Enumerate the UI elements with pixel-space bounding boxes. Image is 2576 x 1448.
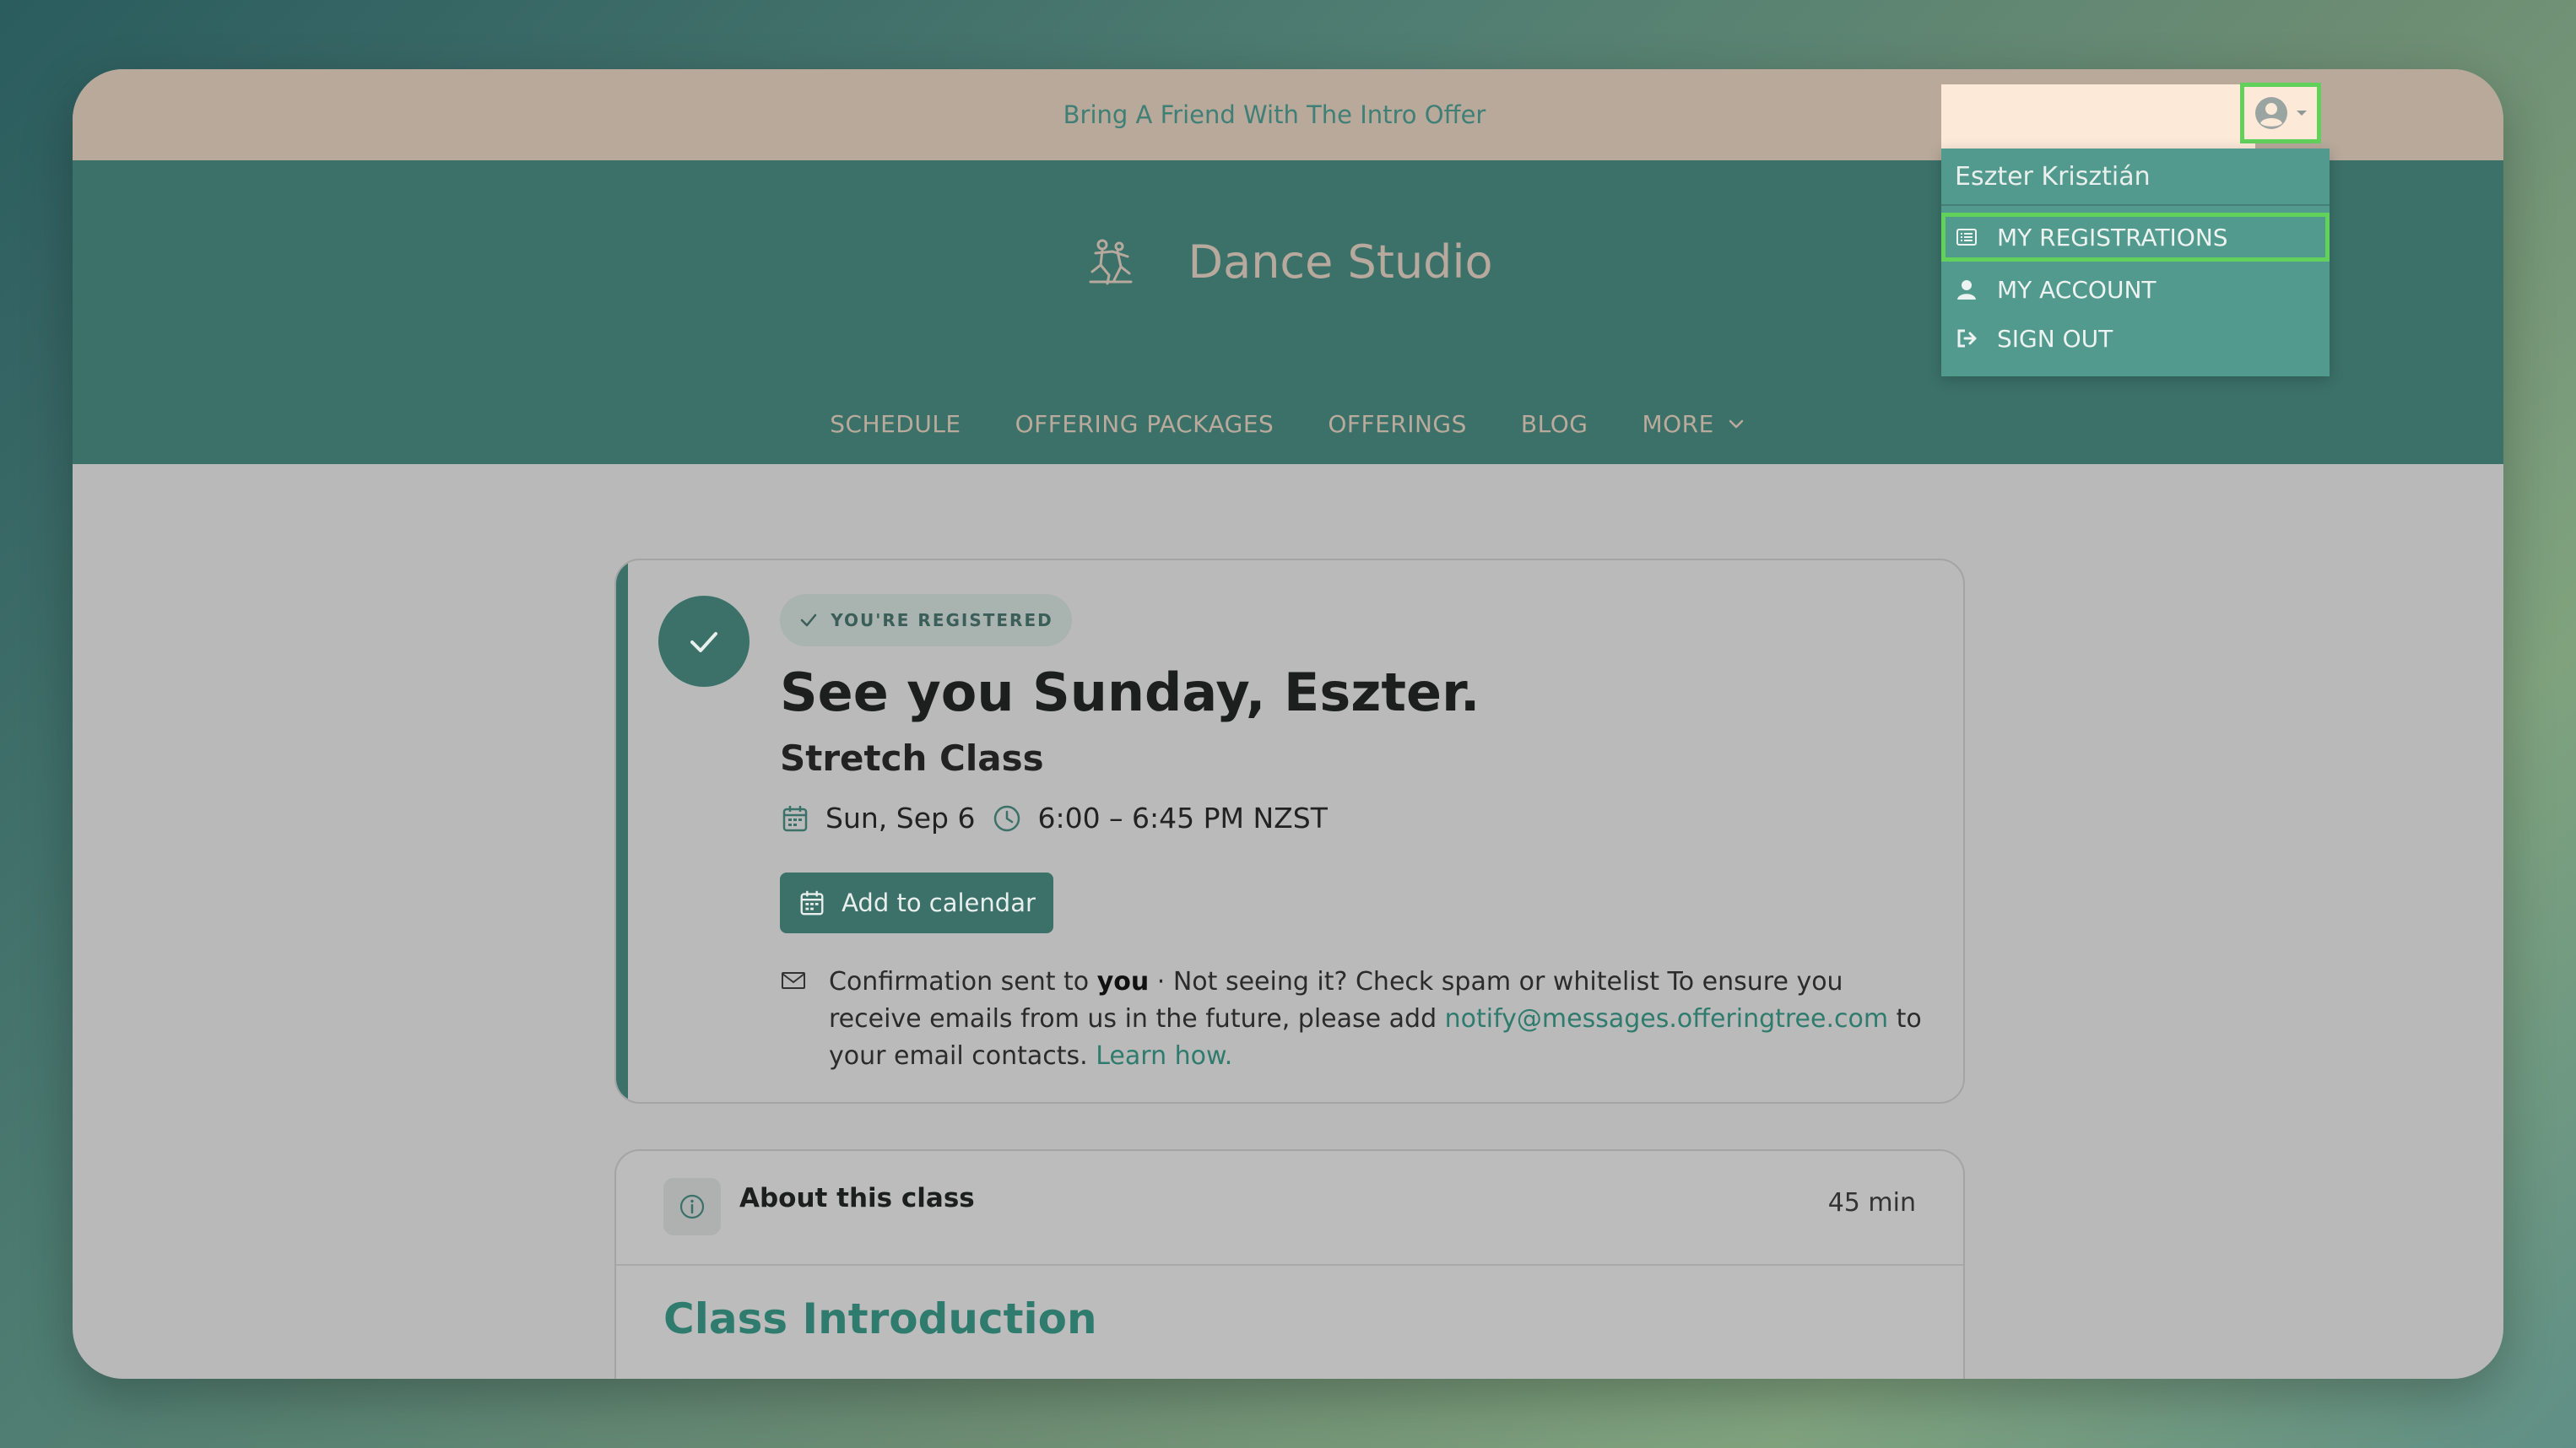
class-time: 6:00 – 6:45 PM NZST — [1037, 802, 1328, 835]
confirmation-headline: See you Sunday, Eszter. — [780, 662, 1480, 723]
card-accent-bar — [616, 560, 628, 1102]
list-icon — [1956, 229, 1977, 246]
nav-item-more-label: MORE — [1642, 409, 1714, 438]
brand-name[interactable]: Dance Studio — [1188, 235, 1493, 289]
user-icon — [1957, 280, 1976, 300]
menu-item-label: MY REGISTRATIONS — [1997, 223, 2228, 251]
divider — [616, 1264, 1963, 1266]
add-to-calendar-button[interactable]: Add to calendar — [780, 873, 1053, 933]
nav-item-blog[interactable]: BLOG — [1521, 410, 1588, 438]
confirm-prefix: Confirmation sent to — [829, 967, 1090, 997]
class-date: Sun, Sep 6 — [825, 802, 976, 835]
account-bar — [1941, 84, 2255, 149]
menu-item-my-account[interactable]: MY ACCOUNT — [1941, 265, 2330, 314]
calendar-icon — [782, 805, 808, 831]
registered-badge-label: YOU'RE REGISTERED — [831, 610, 1053, 630]
info-icon — [663, 1178, 721, 1235]
nav-item-offering-packages[interactable]: OFFERING PACKAGES — [1015, 410, 1274, 438]
registered-badge: YOU'RE REGISTERED — [780, 594, 1072, 646]
dancers-logo-icon — [1089, 239, 1133, 285]
account-dropdown: Eszter Krisztián MY REGISTRATIONS MY ACC… — [1941, 149, 2330, 376]
notify-email-link[interactable]: notify@messages.offeringtree.com — [1445, 1004, 1888, 1034]
class-duration: 45 min — [1827, 1188, 1916, 1218]
main-nav: SCHEDULE OFFERING PACKAGES OFFERINGS BLO… — [73, 398, 2503, 449]
calendar-icon — [800, 890, 824, 916]
account-menu-button[interactable] — [2240, 83, 2321, 143]
menu-item-label: MY ACCOUNT — [1997, 275, 2157, 304]
check-icon — [801, 613, 817, 627]
class-datetime: Sun, Sep 6 6:00 – 6:45 PM NZST — [780, 802, 1328, 835]
confirm-target: you — [1096, 967, 1150, 997]
confirmation-text: Confirmation sent to you · Not seeing it… — [829, 964, 1928, 1075]
class-name: Stretch Class — [780, 738, 1044, 779]
confirmation-notice: Confirmation sent to you · Not seeing it… — [780, 964, 1928, 1075]
menu-item-label: SIGN OUT — [1997, 324, 2113, 353]
class-introduction-heading: Class Introduction — [663, 1294, 1097, 1343]
about-class-card: About this class 45 min Class Introducti… — [614, 1149, 1965, 1379]
nav-item-offerings[interactable]: OFFERINGS — [1328, 410, 1467, 438]
learn-how-link[interactable]: Learn how. — [1096, 1041, 1232, 1071]
mail-icon — [782, 972, 805, 989]
clock-icon — [994, 805, 1020, 831]
promo-text[interactable]: Bring A Friend With The Intro Offer — [1063, 100, 1486, 129]
nav-item-more[interactable]: MORE — [1642, 410, 1745, 438]
caret-down-icon — [2297, 111, 2307, 116]
success-check-icon — [658, 596, 750, 687]
about-title: About this class — [739, 1183, 975, 1213]
nav-item-schedule[interactable]: SCHEDULE — [830, 410, 961, 438]
browser-window: Bring A Friend With The Intro Offer Danc… — [73, 69, 2503, 1379]
user-circle-icon — [2255, 97, 2287, 129]
registration-card: YOU'RE REGISTERED See you Sunday, Eszter… — [614, 559, 1965, 1104]
menu-item-sign-out[interactable]: SIGN OUT — [1941, 314, 2330, 363]
chevron-down-icon — [1729, 419, 1744, 429]
sign-out-icon — [1957, 329, 1977, 348]
add-to-calendar-label: Add to calendar — [842, 889, 1036, 917]
dropdown-user-name: Eszter Krisztián — [1941, 149, 2330, 206]
menu-item-my-registrations[interactable]: MY REGISTRATIONS — [1941, 213, 2330, 262]
